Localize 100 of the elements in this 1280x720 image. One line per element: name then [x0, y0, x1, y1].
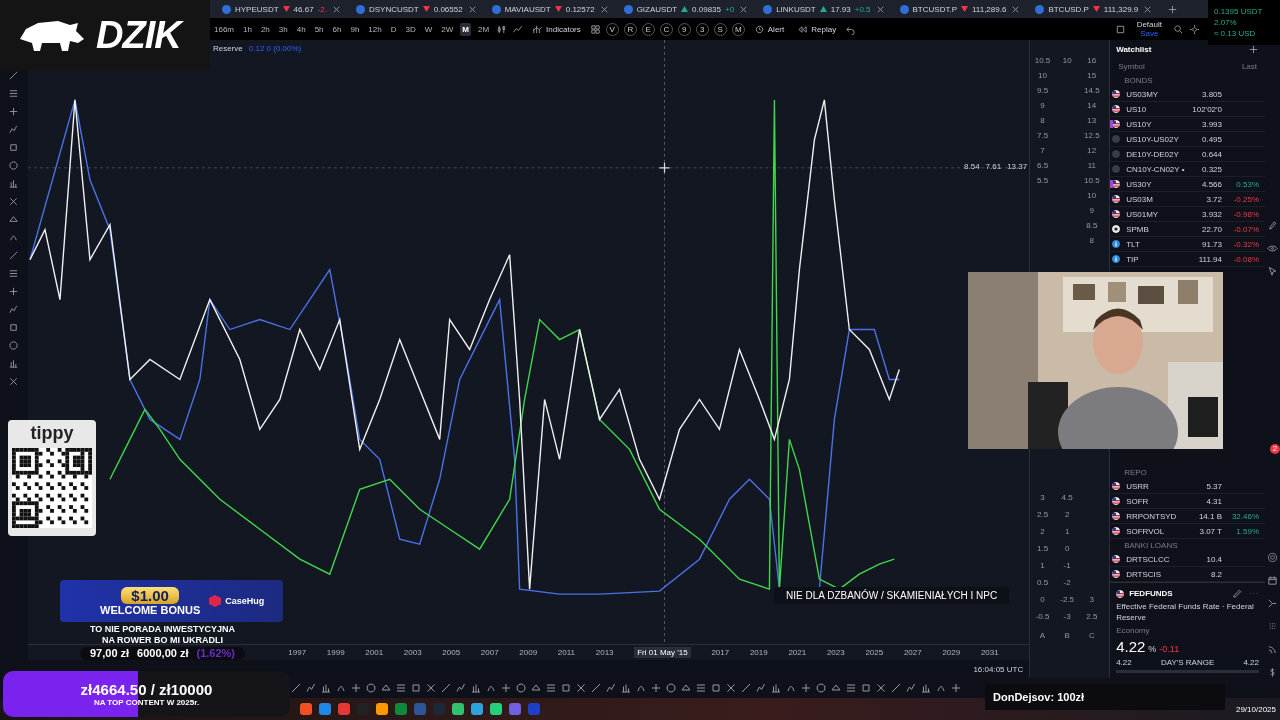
drawing-tool-icon[interactable]: [560, 682, 572, 694]
drawing-tool-icon[interactable]: [800, 682, 812, 694]
app-icon[interactable]: [509, 703, 521, 715]
tab-symbol[interactable]: DSYNCUSDT: [368, 4, 419, 14]
tab-symbol[interactable]: LINKUSDT: [776, 4, 816, 14]
app-icon[interactable]: [452, 703, 464, 715]
drawing-tool-icon[interactable]: [8, 286, 20, 297]
indicators-button[interactable]: Indicators: [528, 23, 585, 35]
add-tab-icon[interactable]: [1167, 3, 1179, 15]
rewind-icon[interactable]: [797, 23, 809, 35]
group-label[interactable]: BONDS: [1110, 74, 1265, 87]
watchlist-row[interactable]: SOFR 4.31: [1110, 494, 1265, 510]
watchlist-row[interactable]: RRPONTSYD 14.1 B 32.46%: [1110, 509, 1265, 525]
watchlist-row[interactable]: DRTSCIS 8.2: [1110, 567, 1265, 583]
drawing-tool-icon[interactable]: [755, 682, 767, 694]
drawing-tool-icon[interactable]: [8, 88, 20, 99]
drawing-tool-icon[interactable]: [8, 214, 20, 225]
drawing-tool-icon[interactable]: [440, 682, 452, 694]
drawing-tool-icon[interactable]: [8, 196, 20, 207]
drawing-tool-icon[interactable]: [605, 682, 617, 694]
drawing-tool-icon[interactable]: [905, 682, 917, 694]
drawing-tool-icon[interactable]: [860, 682, 872, 694]
grid-icon[interactable]: [1267, 621, 1278, 632]
app-icon[interactable]: [319, 703, 331, 715]
app-icon[interactable]: [300, 703, 312, 715]
cursor-icon[interactable]: [1267, 266, 1278, 277]
interval-button[interactable]: M: [460, 22, 471, 36]
drawing-tool-icon[interactable]: [8, 232, 20, 243]
drawing-tool-icon[interactable]: [380, 682, 392, 694]
drawing-tool-icon[interactable]: [8, 322, 20, 333]
watchlist-row[interactable]: US10Y 3.993: [1110, 117, 1265, 132]
watchlist-row[interactable]: USRR 5.37: [1110, 479, 1265, 495]
drawing-tool-icon[interactable]: [725, 682, 737, 694]
watchlist-row[interactable]: DE10Y-DE02Y 0.644: [1110, 147, 1265, 162]
watchlist-row[interactable]: TLT 91.73 -0.32%: [1110, 237, 1265, 252]
add-icon[interactable]: [1248, 44, 1259, 55]
drawing-tool-icon[interactable]: [8, 376, 20, 387]
drawing-tool-icon[interactable]: [620, 682, 632, 694]
candles-icon[interactable]: [496, 23, 508, 35]
indicators-icon[interactable]: [532, 23, 544, 35]
interval-button[interactable]: 2M: [475, 22, 492, 36]
interval-button[interactable]: 1h: [241, 22, 254, 36]
layout-button[interactable]: Default Save: [1130, 19, 1168, 39]
watchlist-row[interactable]: US01MY 3.932 -0.98%: [1110, 207, 1265, 222]
drawing-tool-icon[interactable]: [410, 682, 422, 694]
alarm-icon[interactable]: [753, 23, 765, 35]
watchlist-row[interactable]: US30Y 4.566 0.53%: [1110, 177, 1265, 192]
drawing-tool-icon[interactable]: [290, 682, 302, 694]
drawing-tool-icon[interactable]: [8, 358, 20, 369]
drawing-tool-icon[interactable]: [875, 682, 887, 694]
tab-symbol[interactable]: MAVIAUSDT: [504, 4, 551, 14]
interval-button[interactable]: 3h: [276, 22, 290, 36]
interval-button[interactable]: 4h: [294, 22, 308, 36]
drawing-tool-icon[interactable]: [350, 682, 362, 694]
interval-button[interactable]: 9h: [348, 22, 362, 36]
drawing-tool-icon[interactable]: [950, 682, 962, 694]
drawing-tool-icon[interactable]: [8, 304, 20, 315]
group-label[interactable]: REPO: [1110, 466, 1265, 480]
drawing-tool-icon[interactable]: [320, 682, 332, 694]
watchlist-row[interactable]: US03M 3.72 -0.25%: [1110, 192, 1265, 207]
drawing-tool-icon[interactable]: [8, 340, 20, 351]
interval-button[interactable]: 3D: [403, 22, 418, 36]
app-icon[interactable]: [376, 703, 388, 715]
drawing-tool-icon[interactable]: [710, 682, 722, 694]
replay-button[interactable]: Replay: [793, 23, 841, 35]
drawing-tool-icon[interactable]: [650, 682, 662, 694]
watchlist-row[interactable]: DRTSCLCC 10.4: [1110, 552, 1265, 568]
interval-button[interactable]: 2W: [439, 22, 456, 36]
interval-button[interactable]: D: [388, 22, 399, 36]
line-chart-icon[interactable]: [512, 23, 524, 35]
app-icon[interactable]: [490, 703, 502, 715]
network-icon[interactable]: [1267, 598, 1278, 609]
interval-button[interactable]: 166m: [212, 22, 236, 36]
dollar-icon[interactable]: [1267, 667, 1278, 678]
drawing-tool-icon[interactable]: [815, 682, 827, 694]
search-icon[interactable]: [1173, 23, 1184, 35]
watchlist-row[interactable]: US10Y-US02Y 0.495: [1110, 132, 1265, 147]
drawing-tool-icon[interactable]: [590, 682, 602, 694]
watchlist-title[interactable]: Watchlist: [1116, 45, 1152, 54]
drawing-tool-icon[interactable]: [425, 682, 437, 694]
alert-button[interactable]: Alert: [749, 23, 789, 35]
drawing-tool-icon[interactable]: [8, 124, 20, 135]
drawing-tool-icon[interactable]: [8, 268, 20, 279]
drawing-tool-icon[interactable]: [830, 682, 842, 694]
drawing-tool-icon[interactable]: [500, 682, 512, 694]
drawing-tool-icon[interactable]: [680, 682, 692, 694]
edit-icon[interactable]: [1232, 588, 1243, 600]
drawing-tool-icon[interactable]: [470, 682, 482, 694]
drawing-tool-icon[interactable]: [515, 682, 527, 694]
drawing-tool-icon[interactable]: [770, 682, 782, 694]
column-header[interactable]: Last: [1241, 62, 1257, 71]
watchlist-row[interactable]: CN10Y-CN02Y • 0.325: [1110, 162, 1265, 177]
drawing-tool-icon[interactable]: [575, 682, 587, 694]
drawing-tool-icon[interactable]: [890, 682, 902, 694]
drawing-tool-icon[interactable]: [8, 160, 20, 171]
tab-symbol[interactable]: HYPEUSDT: [235, 4, 279, 14]
app-icon[interactable]: [395, 703, 407, 715]
watchlist-row[interactable]: US10 102'02'0: [1110, 102, 1265, 117]
checkbox-icon[interactable]: [1114, 23, 1126, 35]
templates-icon[interactable]: [589, 23, 601, 35]
